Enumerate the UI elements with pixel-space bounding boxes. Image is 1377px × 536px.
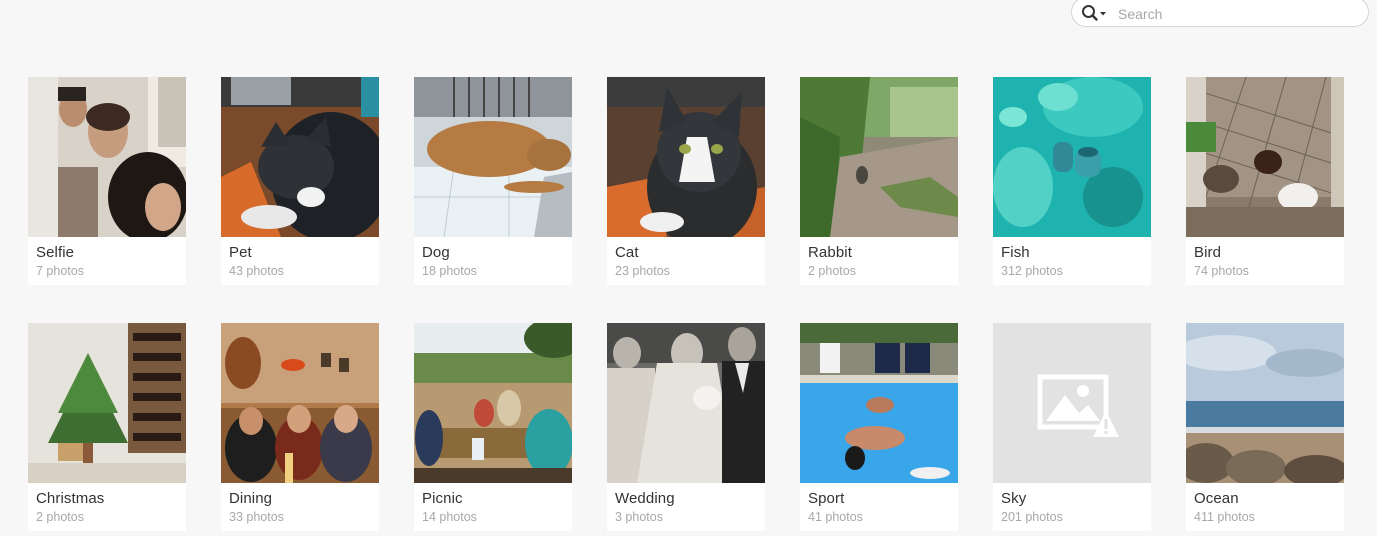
album-photo-count: 411 photos bbox=[1194, 510, 1255, 524]
album-thumbnail[interactable] bbox=[221, 323, 379, 483]
album-card-sky[interactable]: Sky 201 photos bbox=[993, 323, 1151, 531]
album-card-fish[interactable]: Fish 312 photos bbox=[993, 77, 1151, 285]
album-card-sport[interactable]: Sport 41 photos bbox=[800, 323, 958, 531]
album-card-picnic[interactable]: Picnic 14 photos bbox=[414, 323, 572, 531]
album-photo-count: 3 photos bbox=[615, 510, 663, 524]
album-card-christmas[interactable]: Christmas 2 photos bbox=[28, 323, 186, 531]
search-icon[interactable] bbox=[1081, 4, 1107, 22]
album-title: Sky bbox=[1001, 490, 1027, 507]
album-photo-count: 43 photos bbox=[229, 264, 284, 278]
album-card-rabbit[interactable]: Rabbit 2 photos bbox=[800, 77, 958, 285]
album-card-bird[interactable]: Bird 74 photos bbox=[1186, 77, 1344, 285]
album-thumbnail[interactable] bbox=[800, 77, 958, 237]
album-photo-count: 41 photos bbox=[808, 510, 863, 524]
album-title: Picnic bbox=[422, 490, 463, 507]
album-card-ocean[interactable]: Ocean 411 photos bbox=[1186, 323, 1344, 531]
album-photo-count: 74 photos bbox=[1194, 264, 1249, 278]
search-box[interactable] bbox=[1071, 0, 1369, 27]
album-photo-count: 2 photos bbox=[36, 510, 84, 524]
album-thumbnail[interactable] bbox=[800, 323, 958, 483]
album-title: Bird bbox=[1194, 244, 1222, 261]
album-title: Christmas bbox=[36, 490, 105, 507]
caret-down-icon bbox=[1100, 12, 1106, 16]
album-thumbnail[interactable] bbox=[993, 323, 1151, 483]
album-card-dining[interactable]: Dining 33 photos bbox=[221, 323, 379, 531]
album-thumbnail[interactable] bbox=[221, 77, 379, 237]
album-thumbnail[interactable] bbox=[607, 77, 765, 237]
album-card-dog[interactable]: Dog 18 photos bbox=[414, 77, 572, 285]
album-thumbnail[interactable] bbox=[414, 323, 572, 483]
album-title: Cat bbox=[615, 244, 639, 261]
album-photo-count: 201 photos bbox=[1001, 510, 1063, 524]
album-thumbnail[interactable] bbox=[28, 323, 186, 483]
album-thumbnail[interactable] bbox=[1186, 323, 1344, 483]
album-photo-count: 18 photos bbox=[422, 264, 477, 278]
album-card-wedding[interactable]: Wedding 3 photos bbox=[607, 323, 765, 531]
album-thumbnail[interactable] bbox=[607, 323, 765, 483]
album-thumbnail[interactable] bbox=[28, 77, 186, 237]
album-thumbnail[interactable] bbox=[414, 77, 572, 237]
album-card-pet[interactable]: Pet 43 photos bbox=[221, 77, 379, 285]
album-title: Rabbit bbox=[808, 244, 852, 261]
album-title: Ocean bbox=[1194, 490, 1239, 507]
album-title: Dining bbox=[229, 490, 273, 507]
album-card-cat[interactable]: Cat 23 photos bbox=[607, 77, 765, 285]
album-title: Fish bbox=[1001, 244, 1030, 261]
album-title: Selfie bbox=[36, 244, 75, 261]
album-photo-count: 2 photos bbox=[808, 264, 856, 278]
album-photo-count: 7 photos bbox=[36, 264, 84, 278]
album-title: Sport bbox=[808, 490, 845, 507]
search-input[interactable] bbox=[1116, 3, 1360, 25]
album-title: Wedding bbox=[615, 490, 675, 507]
album-photo-count: 312 photos bbox=[1001, 264, 1063, 278]
album-title: Dog bbox=[422, 244, 450, 261]
album-thumbnail[interactable] bbox=[1186, 77, 1344, 237]
album-photo-count: 23 photos bbox=[615, 264, 670, 278]
album-thumbnail[interactable] bbox=[993, 77, 1151, 237]
album-card-selfie[interactable]: Selfie 7 photos bbox=[28, 77, 186, 285]
album-photo-count: 33 photos bbox=[229, 510, 284, 524]
album-title: Pet bbox=[229, 244, 252, 261]
album-photo-count: 14 photos bbox=[422, 510, 477, 524]
